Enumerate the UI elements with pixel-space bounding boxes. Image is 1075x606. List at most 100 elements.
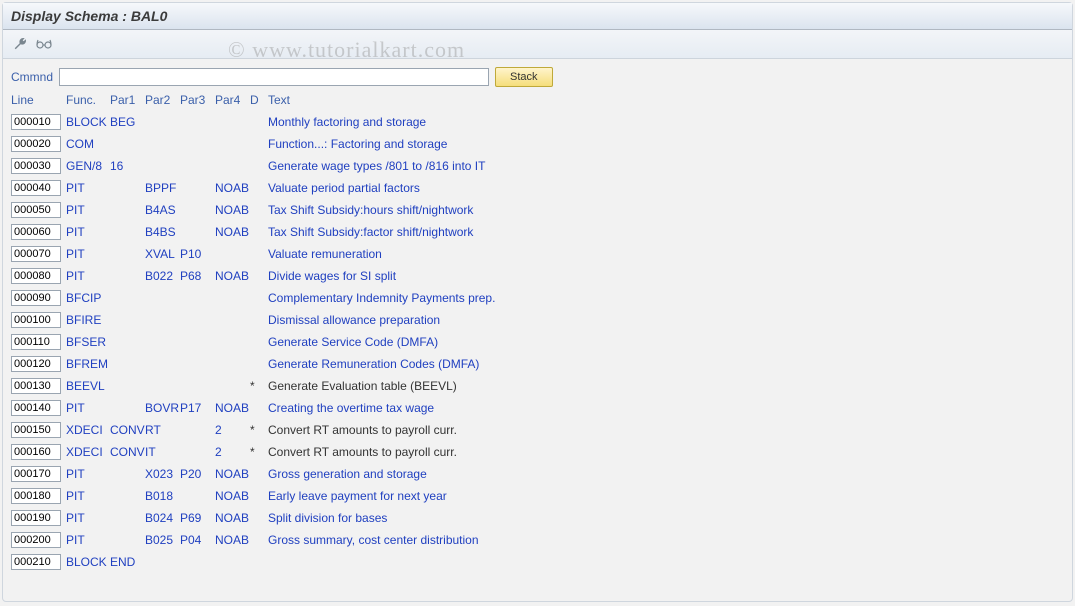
text-cell[interactable]: Tax Shift Subsidy:hours shift/nightwork — [268, 203, 473, 217]
func-cell[interactable]: PIT — [66, 511, 110, 525]
text-cell[interactable]: Generate wage types /801 to /816 into IT — [268, 159, 485, 173]
par2-cell[interactable]: B4AS — [145, 203, 180, 217]
func-cell[interactable]: PIT — [66, 225, 110, 239]
line-input[interactable] — [11, 312, 61, 328]
func-cell[interactable]: PIT — [66, 467, 110, 481]
text-cell[interactable]: Tax Shift Subsidy:factor shift/nightwork — [268, 225, 473, 239]
func-cell[interactable]: BFREM — [66, 357, 110, 371]
func-cell[interactable]: PIT — [66, 489, 110, 503]
text-cell[interactable]: Generate Evaluation table (BEEVL) — [268, 379, 457, 393]
par4-cell[interactable]: NOAB — [215, 467, 250, 481]
par2-cell[interactable]: B025 — [145, 533, 180, 547]
wrench-icon[interactable] — [11, 35, 29, 53]
text-cell[interactable]: Gross summary, cost center distribution — [268, 533, 479, 547]
par2-cell[interactable]: B018 — [145, 489, 180, 503]
par1-cell[interactable]: END — [110, 555, 145, 569]
line-input[interactable] — [11, 378, 61, 394]
text-cell[interactable]: Divide wages for SI split — [268, 269, 396, 283]
text-cell[interactable]: Creating the overtime tax wage — [268, 401, 434, 415]
par4-cell[interactable]: 2 — [215, 423, 250, 437]
line-input[interactable] — [11, 180, 61, 196]
par4-cell[interactable]: NOAB — [215, 203, 250, 217]
text-cell[interactable]: Complementary Indemnity Payments prep. — [268, 291, 495, 305]
line-input[interactable] — [11, 268, 61, 284]
par2-cell[interactable]: XVAL — [145, 247, 180, 261]
par4-cell[interactable]: NOAB — [215, 489, 250, 503]
line-input[interactable] — [11, 400, 61, 416]
par4-cell[interactable]: NOAB — [215, 225, 250, 239]
text-cell[interactable]: Valuate remuneration — [268, 247, 382, 261]
func-cell[interactable]: BLOCK — [66, 555, 110, 569]
func-cell[interactable]: PIT — [66, 533, 110, 547]
text-cell[interactable]: Convert RT amounts to payroll curr. — [268, 423, 457, 437]
text-cell[interactable]: Dismissal allowance preparation — [268, 313, 440, 327]
line-input[interactable] — [11, 444, 61, 460]
line-input[interactable] — [11, 488, 61, 504]
par2-cell[interactable]: BPPF — [145, 181, 180, 195]
line-input[interactable] — [11, 158, 61, 174]
par2-cell[interactable]: BOVR — [145, 401, 180, 415]
func-cell[interactable]: BEEVL — [66, 379, 110, 393]
command-input[interactable] — [59, 68, 489, 86]
par2-cell[interactable]: B4BS — [145, 225, 180, 239]
glasses-icon[interactable] — [35, 35, 53, 53]
line-input[interactable] — [11, 356, 61, 372]
line-input[interactable] — [11, 114, 61, 130]
line-input[interactable] — [11, 510, 61, 526]
line-input[interactable] — [11, 290, 61, 306]
text-cell[interactable]: Split division for bases — [268, 511, 387, 525]
par2-cell[interactable]: RT — [145, 423, 180, 437]
par4-cell[interactable]: 2 — [215, 445, 250, 459]
par2-cell[interactable]: IT — [145, 445, 180, 459]
func-cell[interactable]: PIT — [66, 269, 110, 283]
text-cell[interactable]: Convert RT amounts to payroll curr. — [268, 445, 457, 459]
par3-cell[interactable]: P04 — [180, 533, 215, 547]
par2-cell[interactable]: X023 — [145, 467, 180, 481]
func-cell[interactable]: BFIRE — [66, 313, 110, 327]
text-cell[interactable]: Function...: Factoring and storage — [268, 137, 447, 151]
par3-cell[interactable]: P69 — [180, 511, 215, 525]
text-cell[interactable]: Valuate period partial factors — [268, 181, 420, 195]
line-input[interactable] — [11, 334, 61, 350]
par2-cell[interactable]: B024 — [145, 511, 180, 525]
text-cell[interactable]: Gross generation and storage — [268, 467, 427, 481]
func-cell[interactable]: XDECI — [66, 445, 110, 459]
par4-cell[interactable]: NOAB — [215, 181, 250, 195]
par4-cell[interactable]: NOAB — [215, 401, 250, 415]
par4-cell[interactable]: NOAB — [215, 269, 250, 283]
par4-cell[interactable]: NOAB — [215, 533, 250, 547]
par3-cell[interactable]: P68 — [180, 269, 215, 283]
par1-cell[interactable]: CONV — [110, 423, 145, 437]
par2-cell[interactable]: B022 — [145, 269, 180, 283]
line-input[interactable] — [11, 554, 61, 570]
func-cell[interactable]: GEN/8 — [66, 159, 110, 173]
line-input[interactable] — [11, 202, 61, 218]
line-input[interactable] — [11, 246, 61, 262]
par3-cell[interactable]: P17 — [180, 401, 215, 415]
line-input[interactable] — [11, 224, 61, 240]
par1-cell[interactable]: BEG — [110, 115, 145, 129]
func-cell[interactable]: COM — [66, 137, 110, 151]
func-cell[interactable]: XDECI — [66, 423, 110, 437]
par3-cell[interactable]: P20 — [180, 467, 215, 481]
line-input[interactable] — [11, 422, 61, 438]
line-input[interactable] — [11, 136, 61, 152]
par1-cell[interactable]: CONV — [110, 445, 145, 459]
par1-cell[interactable]: 16 — [110, 159, 145, 173]
par4-cell[interactable]: NOAB — [215, 511, 250, 525]
line-input[interactable] — [11, 466, 61, 482]
text-cell[interactable]: Generate Remuneration Codes (DMFA) — [268, 357, 479, 371]
func-cell[interactable]: BFCIP — [66, 291, 110, 305]
text-cell[interactable]: Monthly factoring and storage — [268, 115, 426, 129]
par3-cell[interactable]: P10 — [180, 247, 215, 261]
func-cell[interactable]: PIT — [66, 181, 110, 195]
text-cell[interactable]: Generate Service Code (DMFA) — [268, 335, 438, 349]
func-cell[interactable]: PIT — [66, 401, 110, 415]
func-cell[interactable]: PIT — [66, 247, 110, 261]
func-cell[interactable]: BFSER — [66, 335, 110, 349]
line-input[interactable] — [11, 532, 61, 548]
func-cell[interactable]: BLOCK — [66, 115, 110, 129]
stack-button[interactable]: Stack — [495, 67, 553, 87]
text-cell[interactable]: Early leave payment for next year — [268, 489, 447, 503]
func-cell[interactable]: PIT — [66, 203, 110, 217]
